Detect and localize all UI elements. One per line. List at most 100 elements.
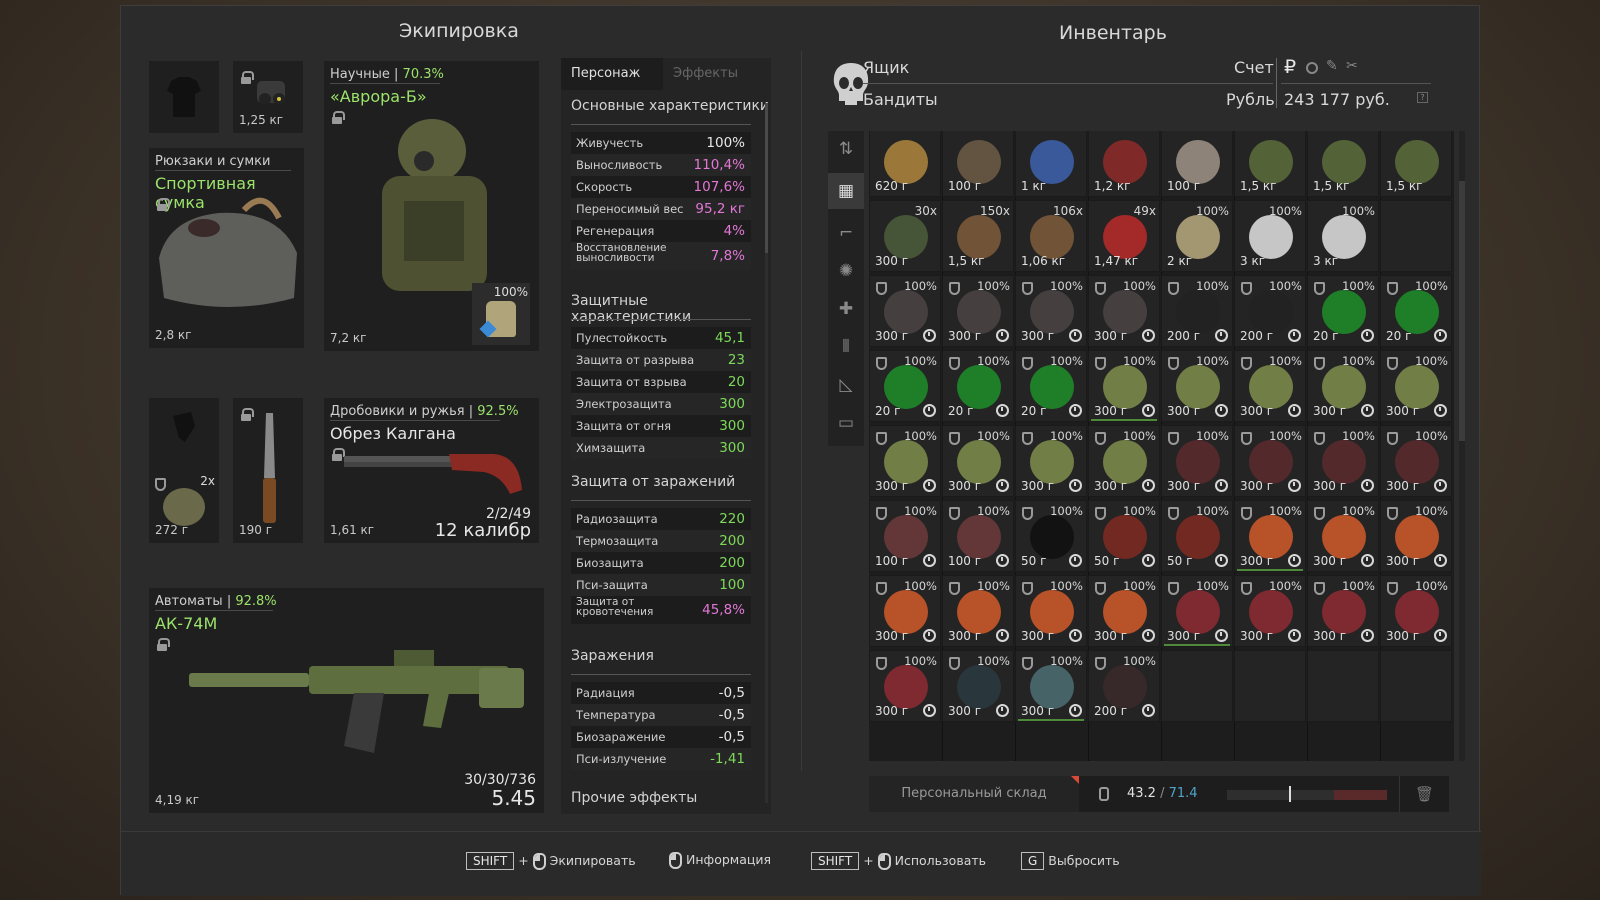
coupon-icon[interactable] (1306, 62, 1318, 74)
inventory-item[interactable]: 100% 300 г (1088, 350, 1160, 422)
clock-icon (1361, 404, 1374, 417)
inventory-item[interactable]: 100% 2 кг (1161, 200, 1233, 272)
inventory-empty-cell[interactable] (1307, 650, 1379, 722)
hint-use[interactable]: SHIFT + Использовать (811, 852, 986, 870)
inventory-item[interactable]: 100% 300 г (942, 575, 1014, 647)
inventory-item[interactable]: 100% 300 г (1380, 350, 1452, 422)
containers-icon[interactable]: ▭ (828, 405, 864, 441)
inventory-item[interactable]: 100% 300 г (1015, 650, 1087, 722)
inventory-item[interactable]: 100% 50 г (1088, 500, 1160, 572)
inventory-item[interactable]: 100% 3 кг (1307, 200, 1379, 272)
help-icon[interactable]: ? (1417, 92, 1428, 103)
inventory-item[interactable]: 100% 300 г (1161, 425, 1233, 497)
inventory-item[interactable]: 100% 20 г (1307, 275, 1379, 347)
inventory-item[interactable]: 100% 300 г (1234, 350, 1306, 422)
shirt-slot[interactable] (149, 61, 219, 133)
inventory-item[interactable]: 106x 1,06 кг (1015, 200, 1087, 272)
misc-icon[interactable]: ◺ (828, 367, 864, 403)
ammo-icon[interactable]: ⦀ (828, 329, 864, 365)
tool-icon[interactable]: ✂ (1346, 58, 1358, 74)
misc-slot[interactable]: 2x 272 г (149, 398, 219, 543)
medicine-icon[interactable]: ✚ (828, 291, 864, 327)
tab-effects[interactable]: Эффекты (663, 58, 771, 90)
inventory-item[interactable]: 100% 300 г (1380, 500, 1452, 572)
inventory-item[interactable]: 100% 300 г (1380, 425, 1452, 497)
inventory-item[interactable]: 100% 300 г (869, 650, 941, 722)
inventory-item[interactable]: 100 г (942, 131, 1014, 197)
inventory-item[interactable]: 100% 300 г (942, 275, 1014, 347)
tab-character[interactable]: Персонаж (561, 58, 663, 90)
artifacts-icon[interactable]: ✺ (828, 253, 864, 289)
inventory-item[interactable]: 100% 200 г (1161, 275, 1233, 347)
shotgun-slot[interactable]: Дробовики и ружья | 92.5% Обрез Калгана … (324, 398, 539, 543)
stat-value: 4% (723, 223, 745, 239)
inventory-item[interactable]: 1,5 кг (1234, 131, 1306, 197)
inventory-item[interactable]: 100% 300 г (1234, 500, 1306, 572)
trash-icon[interactable]: 🗑 (1399, 776, 1449, 812)
inventory-item[interactable]: 100% 200 г (1088, 650, 1160, 722)
inventory-item[interactable]: 30x 300 г (869, 200, 941, 272)
inventory-item[interactable]: 100% 300 г (1015, 425, 1087, 497)
inventory-empty-cell[interactable] (1380, 200, 1452, 272)
inventory-item[interactable]: 100% 300 г (1161, 575, 1233, 647)
hint-drop[interactable]: G Выбросить (1021, 852, 1120, 870)
inventory-item[interactable]: 100% 300 г (1380, 575, 1452, 647)
armor-slot[interactable]: Научные | 70.3% «Аврора-Б» 100% 7,2 кг (324, 61, 539, 351)
inventory-item[interactable]: 1 кг (1015, 131, 1087, 197)
inventory-item[interactable]: 1,5 кг (1307, 131, 1379, 197)
hint-info[interactable]: Информация (669, 852, 771, 869)
personal-storage-button[interactable]: Персональный склад (869, 776, 1079, 812)
inventory-item[interactable]: 620 г (869, 131, 941, 197)
inventory-item[interactable]: 100% 20 г (942, 350, 1014, 422)
sort-icon[interactable]: ⇅ (828, 131, 864, 167)
inventory-item[interactable]: 100% 300 г (1088, 275, 1160, 347)
inventory-item[interactable]: 100% 20 г (1015, 350, 1087, 422)
rifle-slot[interactable]: Автоматы | 92.8% АК-74М 30/30/736 5.45 4… (149, 588, 544, 813)
inventory-empty-cell[interactable] (1161, 650, 1233, 722)
inventory-item[interactable]: 150x 1,5 кг (942, 200, 1014, 272)
inventory-item[interactable]: 100% 300 г (869, 275, 941, 347)
inventory-item[interactable]: 100% 300 г (869, 425, 941, 497)
inventory-item[interactable]: 100% 300 г (1307, 575, 1379, 647)
inventory-item[interactable]: 100% 300 г (1161, 350, 1233, 422)
inventory-item[interactable]: 1,2 кг (1088, 131, 1160, 197)
inventory-item[interactable]: 100% 300 г (942, 650, 1014, 722)
inventory-item[interactable]: 100% 300 г (1015, 575, 1087, 647)
all-items-icon[interactable]: ▦ (828, 173, 864, 209)
weapons-icon[interactable]: ⌐ (828, 215, 864, 251)
backpack-slot[interactable]: Рюкзаки и сумки Спортивная сумка 2,8 кг (149, 148, 304, 348)
inventory-item[interactable]: 49x 1,47 кг (1088, 200, 1160, 272)
wrench-icon[interactable]: ✎ (1326, 58, 1338, 74)
inventory-item[interactable]: 100% 50 г (1161, 500, 1233, 572)
item-weight: 50 г (1094, 554, 1120, 568)
inventory-item[interactable]: 100% 300 г (1088, 425, 1160, 497)
inventory-item[interactable]: 100% 200 г (1234, 275, 1306, 347)
inventory-item[interactable]: 100% 20 г (869, 350, 941, 422)
inventory-item[interactable]: 100% 3 кг (1234, 200, 1306, 272)
inventory-scrollbar-thumb[interactable] (1459, 181, 1465, 441)
inventory-item[interactable]: 100% 300 г (1234, 425, 1306, 497)
inventory-empty-cell[interactable] (1234, 650, 1306, 722)
inventory-item[interactable]: 100% 300 г (1088, 575, 1160, 647)
inventory-item[interactable]: 100% 300 г (1307, 500, 1379, 572)
ruble-icon[interactable]: ₽ (1284, 56, 1296, 78)
inventory-item[interactable]: 100 г (1161, 131, 1233, 197)
inventory-item[interactable]: 100% 20 г (1380, 275, 1452, 347)
inventory-item[interactable]: 100% 100 г (869, 500, 941, 572)
inventory-empty-cell[interactable] (1380, 650, 1452, 722)
inventory-item[interactable]: 100% 300 г (1234, 575, 1306, 647)
inventory-item[interactable]: 100% 50 г (1015, 500, 1087, 572)
inventory-item[interactable]: 100% 300 г (1015, 275, 1087, 347)
inventory-item[interactable]: 100% 300 г (1307, 425, 1379, 497)
knife-slot[interactable]: 190 г (233, 398, 303, 543)
hint-equip[interactable]: SHIFT + Экипировать (466, 852, 636, 870)
inventory-item[interactable]: 100% 300 г (869, 575, 941, 647)
armor-container-slot[interactable]: 100% (472, 283, 530, 345)
stats-scrollbar-thumb[interactable] (765, 103, 768, 253)
inventory-item[interactable]: 1,5 кг (1380, 131, 1452, 197)
inventory-item[interactable]: 100% 300 г (1307, 350, 1379, 422)
inventory-scrollbar[interactable] (1459, 131, 1465, 761)
inventory-item[interactable]: 100% 100 г (942, 500, 1014, 572)
device-slot[interactable]: 1,25 кг (233, 61, 303, 133)
inventory-item[interactable]: 100% 300 г (942, 425, 1014, 497)
